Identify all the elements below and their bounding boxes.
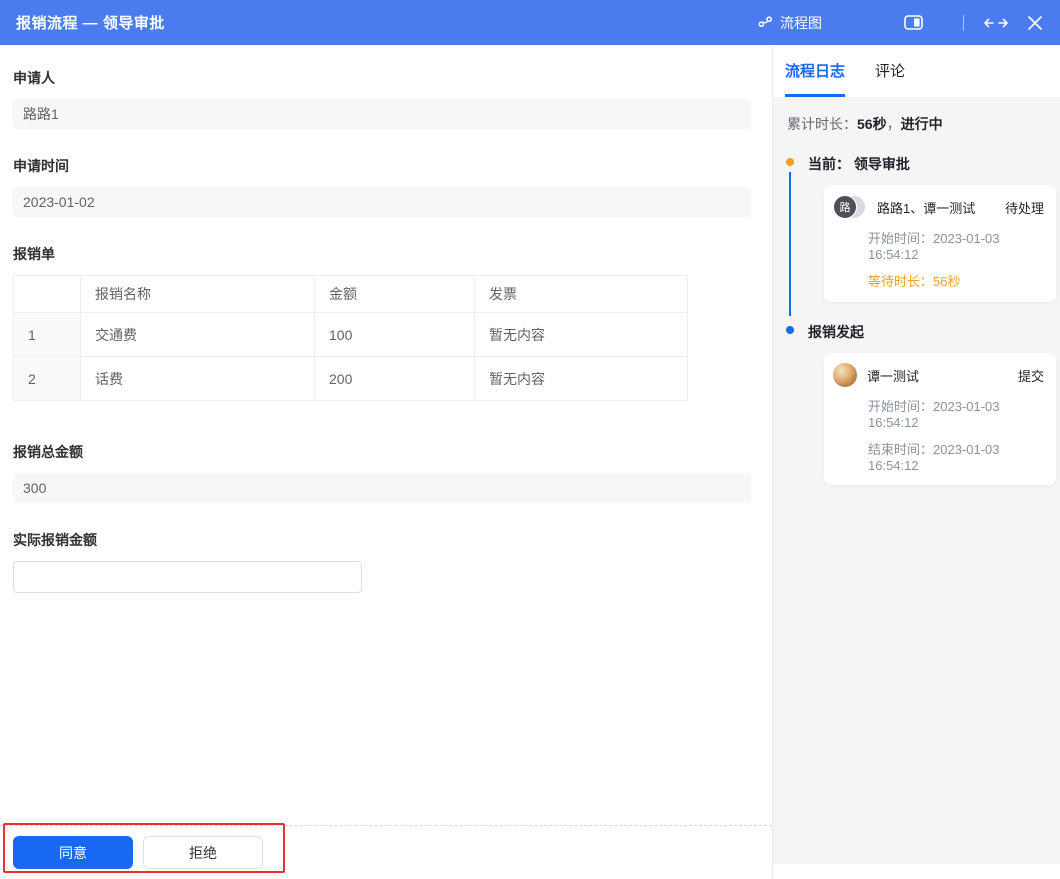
sidebar-tabbar: 流程日志 评论 <box>773 45 1060 97</box>
timeline-card: 路 路路1、谭一测试 待处理 开始时间：2023-01-03 16:54:12 … <box>824 185 1056 302</box>
row-amount: 200 <box>315 357 475 401</box>
row-name: 话费 <box>81 357 315 401</box>
window-title: 报销流程 — 领导审批 <box>16 12 165 33</box>
actual-amount-label: 实际报销金额 <box>13 530 751 550</box>
timeline-node-label: 报销发起 <box>808 324 864 340</box>
field-apply-time: 申请时间 2023-01-02 <box>13 156 751 217</box>
field-expense-table: 报销单 报销名称 金额 发票 <box>13 244 751 401</box>
header-actions: 流程图 <box>758 13 1042 33</box>
field-actual-amount: 实际报销金额 <box>13 530 751 593</box>
avatar-image <box>833 363 857 387</box>
process-log-panel: 累计时长：56秒，进行中 当前： 领导审批 路 路路1、谭一测试 <box>773 97 1060 864</box>
applicant-label: 申请人 <box>13 68 751 88</box>
timeline-card: 谭一测试 提交 开始时间：2023-01-03 16:54:12 结束时间：20… <box>824 353 1056 485</box>
field-total-amount: 报销总金额 300 <box>13 442 751 503</box>
flowchart-label: 流程图 <box>780 13 822 33</box>
approver-names: 路路1、谭一测试 <box>877 198 997 217</box>
row-index: 1 <box>14 313 81 357</box>
approval-window: 报销流程 — 领导审批 流程图 申请人 <box>0 0 1060 879</box>
status-badge: 提交 <box>1018 366 1044 385</box>
summary-duration: 56秒 <box>857 116 887 132</box>
row-index: 2 <box>14 357 81 401</box>
tab-comments[interactable]: 评论 <box>875 60 905 97</box>
approve-button[interactable]: 同意 <box>13 836 133 869</box>
action-footer: 同意 拒绝 <box>0 825 772 879</box>
row-invoice-placeholder: 暂无内容 <box>475 313 688 357</box>
panel-toggle-icon[interactable] <box>904 15 923 30</box>
header-divider <box>963 15 964 31</box>
actual-amount-input[interactable] <box>13 561 362 593</box>
end-time-line: 结束时间：2023-01-03 16:54:12 <box>833 439 1044 473</box>
expense-table-header-row: 报销名称 金额 发票 <box>14 276 688 313</box>
timeline-connector <box>789 172 791 316</box>
approval-form: 申请人 路路1 申请时间 2023-01-02 报销单 报销名称 <box>0 45 772 593</box>
expense-table-label: 报销单 <box>13 244 751 264</box>
col-header-amount: 金额 <box>315 276 475 313</box>
reject-button[interactable]: 拒绝 <box>143 836 263 869</box>
field-applicant: 申请人 路路1 <box>13 68 751 129</box>
start-time-line: 开始时间：2023-01-03 16:54:12 <box>833 228 1044 262</box>
close-icon[interactable] <box>1028 16 1042 30</box>
duration-summary: 累计时长：56秒，进行中 <box>787 114 1056 134</box>
summary-prefix: 累计时长： <box>787 116 857 132</box>
summary-status: 进行中 <box>901 116 943 132</box>
start-time-line: 开始时间：2023-01-03 16:54:12 <box>833 396 1044 430</box>
tab-process-log[interactable]: 流程日志 <box>785 60 845 97</box>
submitter-name: 谭一测试 <box>867 366 1010 385</box>
status-badge: 待处理 <box>1005 198 1044 217</box>
applicant-value: 路路1 <box>13 99 751 129</box>
expense-table: 报销名称 金额 发票 1 交通费 100 暂无内容 <box>13 275 688 401</box>
col-header-name: 报销名称 <box>81 276 315 313</box>
card-head: 路 路路1、谭一测试 待处理 <box>833 195 1044 219</box>
timeline-dot-done <box>786 326 794 334</box>
timeline-node-current: 当前： 领导审批 路 路路1、谭一测试 待处理 开始时间：2023-01-03 … <box>785 154 1056 302</box>
row-name: 交通费 <box>81 313 315 357</box>
waiting-duration-line: 等待时长：56秒 <box>833 271 1044 290</box>
main-panel: 申请人 路路1 申请时间 2023-01-02 报销单 报销名称 <box>0 45 773 879</box>
summary-separator: ， <box>887 116 901 132</box>
sidebar-bottom-strip <box>773 864 1060 879</box>
total-amount-label: 报销总金额 <box>13 442 751 462</box>
total-amount-value: 300 <box>13 473 751 503</box>
table-row: 2 话费 200 暂无内容 <box>14 357 688 401</box>
window-header: 报销流程 — 领导审批 流程图 <box>0 0 1060 45</box>
timeline-node-label: 当前： 领导审批 <box>808 156 910 172</box>
avatar-group: 路 <box>833 195 867 219</box>
timeline-dot-current <box>786 158 794 166</box>
flowchart-icon <box>758 15 773 30</box>
apply-time-label: 申请时间 <box>13 156 751 176</box>
row-amount: 100 <box>315 313 475 357</box>
log-sidebar: 流程日志 评论 累计时长：56秒，进行中 当前： 领导审批 <box>773 45 1060 879</box>
card-head: 谭一测试 提交 <box>833 363 1044 387</box>
flowchart-button[interactable]: 流程图 <box>758 13 822 33</box>
table-row: 1 交通费 100 暂无内容 <box>14 313 688 357</box>
apply-time-value: 2023-01-02 <box>13 187 751 217</box>
expand-icon[interactable] <box>984 17 1008 29</box>
avatar: 路 <box>833 195 857 219</box>
timeline-node-initiated: 报销发起 谭一测试 提交 开始时间：2023-01-03 16:54:12 结束… <box>785 322 1056 485</box>
row-invoice-placeholder: 暂无内容 <box>475 357 688 401</box>
col-header-index <box>14 276 81 313</box>
col-header-invoice: 发票 <box>475 276 688 313</box>
